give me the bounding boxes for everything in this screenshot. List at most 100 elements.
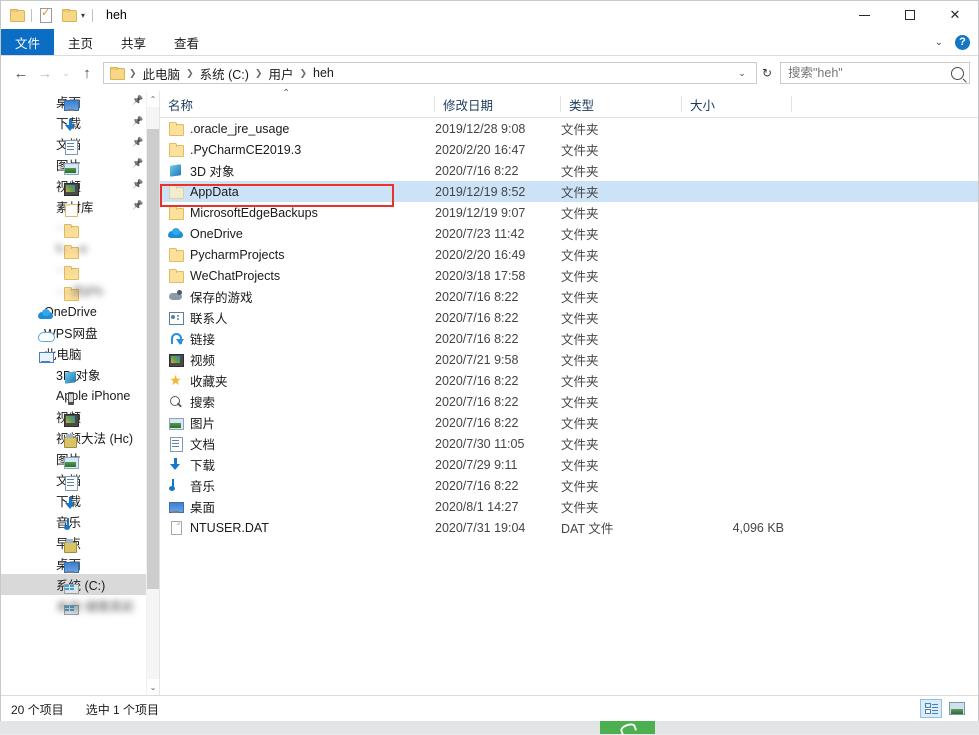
table-row[interactable]: 联系人2020/7/16 8:22文件夹 xyxy=(160,307,978,328)
breadcrumb-separator[interactable]: ❯ xyxy=(252,68,266,79)
sidebar-item-20[interactable]: 音乐 xyxy=(1,511,147,532)
maximize-icon xyxy=(905,10,915,20)
table-row[interactable]: 桌面2020/8/1 14:27文件夹 xyxy=(160,496,978,517)
cell-name: 3D 对象 xyxy=(160,161,435,180)
sidebar-item-2[interactable]: 文档📌 xyxy=(1,133,147,154)
table-row[interactable]: 音乐2020/7/16 8:22文件夹 xyxy=(160,475,978,496)
sidebar-item-15[interactable]: 视频 xyxy=(1,406,147,427)
table-row[interactable]: 搜索2020/7/16 8:22文件夹 xyxy=(160,391,978,412)
table-row[interactable]: 视频2020/7/21 9:58文件夹 xyxy=(160,349,978,370)
table-row[interactable]: WeChatProjects2020/3/18 17:58文件夹 xyxy=(160,265,978,286)
scrollbar-thumb[interactable] xyxy=(147,129,159,589)
column-header-name[interactable]: 名称 ⌃ xyxy=(160,91,435,117)
chevron-down-icon[interactable]: ▾ xyxy=(81,11,85,20)
table-row[interactable]: 链接2020/7/16 8:22文件夹 xyxy=(160,328,978,349)
breadcrumb-item-users[interactable]: 用户 xyxy=(265,64,296,83)
pin-icon[interactable]: 📌 xyxy=(132,201,141,210)
large-icons-view-button[interactable] xyxy=(946,699,968,718)
forward-button[interactable]: → xyxy=(33,62,57,84)
breadcrumb-separator[interactable]: ❯ xyxy=(183,68,197,79)
table-row[interactable]: 保存的游戏2020/7/16 8:22文件夹 xyxy=(160,286,978,307)
breadcrumb-separator: ❯ xyxy=(126,68,140,79)
pin-icon[interactable]: 📌 xyxy=(132,96,141,105)
tab-view[interactable]: 查看 xyxy=(160,29,213,55)
sidebar-item-3[interactable]: 图片📌 xyxy=(1,154,147,175)
sidebar-item-10[interactable]: OneDrive xyxy=(1,301,147,322)
breadcrumb-item-heh[interactable]: heh xyxy=(310,66,337,80)
chevron-down-icon[interactable]: ⌄ xyxy=(935,37,943,48)
folder-icon[interactable] xyxy=(10,9,24,21)
up-button[interactable]: ↑ xyxy=(75,62,99,84)
breadcrumb-item-this-pc[interactable]: 此电脑 xyxy=(140,64,184,83)
refresh-button[interactable]: ↻ xyxy=(757,63,777,83)
table-row[interactable]: 下载2020/7/29 9:11文件夹 xyxy=(160,454,978,475)
details-view-icon xyxy=(925,703,938,714)
details-view-button[interactable] xyxy=(920,699,942,718)
pin-icon[interactable]: 📌 xyxy=(132,159,141,168)
sidebar-item-22[interactable]: 桌面 xyxy=(1,553,147,574)
breadcrumb-separator[interactable]: ❯ xyxy=(296,68,310,79)
table-row[interactable]: 文档2020/7/30 11:05文件夹 xyxy=(160,433,978,454)
new-folder-icon[interactable] xyxy=(62,9,76,21)
pin-icon[interactable]: 📌 xyxy=(132,117,141,126)
table-row[interactable]: 3D 对象2020/7/16 8:22文件夹 xyxy=(160,160,978,181)
table-row[interactable]: 图片2020/7/16 8:22文件夹 xyxy=(160,412,978,433)
document-icon xyxy=(63,139,78,154)
table-row[interactable]: ★收藏夹2020/7/16 8:22文件夹 xyxy=(160,370,978,391)
file-type: 文件夹 xyxy=(561,287,682,306)
sidebar-item-19[interactable]: 下载 xyxy=(1,490,147,511)
sidebar-item-label: ····· xyxy=(56,263,77,277)
scroll-down-icon[interactable]: ⌄ xyxy=(147,679,159,695)
maximize-button[interactable] xyxy=(887,1,932,29)
pin-icon[interactable]: 📌 xyxy=(132,180,141,189)
table-row[interactable]: .oracle_jre_usage2019/12/28 9:08文件夹 xyxy=(160,118,978,139)
table-row[interactable]: NTUSER.DAT2020/7/31 19:04DAT 文件4,096 KB xyxy=(160,517,978,538)
back-button[interactable]: ← xyxy=(9,62,33,84)
tab-share[interactable]: 共享 xyxy=(107,29,160,55)
search-box[interactable] xyxy=(780,62,970,84)
sidebar-item-21[interactable]: 早点 xyxy=(1,532,147,553)
address-dropdown-icon[interactable]: ⌄ xyxy=(732,63,752,83)
search-icon[interactable] xyxy=(951,67,964,80)
column-header-date[interactable]: 修改日期 xyxy=(435,91,561,117)
sidebar-item-16[interactable]: 视频大法 (Hc) xyxy=(1,427,147,448)
sidebar-item-8[interactable]: ····· xyxy=(1,259,147,280)
sidebar-item-0[interactable]: 桌面📌 xyxy=(1,91,147,112)
table-row[interactable]: PycharmProjects2020/2/20 16:49文件夹 xyxy=(160,244,978,265)
tab-home[interactable]: 主页 xyxy=(54,29,107,55)
breadcrumb[interactable]: ❯ 此电脑 ❯ 系统 (C:) ❯ 用户 ❯ heh ⌄ xyxy=(103,62,757,84)
close-button[interactable]: ✕ xyxy=(932,1,978,29)
scroll-up-icon[interactable]: ⌃ xyxy=(147,91,159,107)
search-input[interactable] xyxy=(786,65,951,81)
sidebar-item-12[interactable]: 此电脑 xyxy=(1,343,147,364)
properties-icon[interactable] xyxy=(39,8,52,22)
tab-file[interactable]: 文件 xyxy=(1,29,54,55)
table-row[interactable]: MicrosoftEdgeBackups2019/12/19 9:07文件夹 xyxy=(160,202,978,223)
sidebar-item-14[interactable]: Apple iPhone xyxy=(1,385,147,406)
minimize-button[interactable] xyxy=(842,1,887,29)
column-header-type[interactable]: 类型 xyxy=(561,91,682,117)
sidebar-item-6[interactable]: ····· xyxy=(1,217,147,238)
help-icon[interactable]: ? xyxy=(955,35,970,50)
navigation-scrollbar[interactable]: ⌃ ⌄ xyxy=(146,91,159,695)
sidebar-item-17[interactable]: 图片 xyxy=(1,448,147,469)
cell-name: NTUSER.DAT xyxy=(160,520,435,535)
sidebar-item-11[interactable]: WPS网盘 xyxy=(1,322,147,343)
sidebar-item-18[interactable]: 文档 xyxy=(1,469,147,490)
sidebar-item-9[interactable]: ····的iPh xyxy=(1,280,147,301)
sidebar-item-7[interactable]: h····e· xyxy=(1,238,147,259)
sidebar-item-4[interactable]: 视频📌 xyxy=(1,175,147,196)
table-row[interactable]: AppData2019/12/19 8:52文件夹 xyxy=(160,181,978,202)
pin-icon[interactable]: 📌 xyxy=(132,138,141,147)
sidebar-item-5[interactable]: 素材库📌 xyxy=(1,196,147,217)
taskbar-app-icon[interactable] xyxy=(600,721,655,734)
sidebar-item-24[interactable]: 本地 储需其彩 xyxy=(1,595,147,616)
sidebar-item-1[interactable]: 下载📌 xyxy=(1,112,147,133)
recent-locations-button[interactable]: ⌄ xyxy=(57,62,75,84)
column-header-size[interactable]: 大小 xyxy=(682,91,792,117)
table-row[interactable]: .PyCharmCE2019.32020/2/20 16:47文件夹 xyxy=(160,139,978,160)
sidebar-item-23[interactable]: 系统 (C:) xyxy=(1,574,147,595)
sidebar-item-13[interactable]: 3D 对象 xyxy=(1,364,147,385)
table-row[interactable]: OneDrive2020/7/23 11:42文件夹 xyxy=(160,223,978,244)
breadcrumb-item-system-c[interactable]: 系统 (C:) xyxy=(197,64,252,83)
